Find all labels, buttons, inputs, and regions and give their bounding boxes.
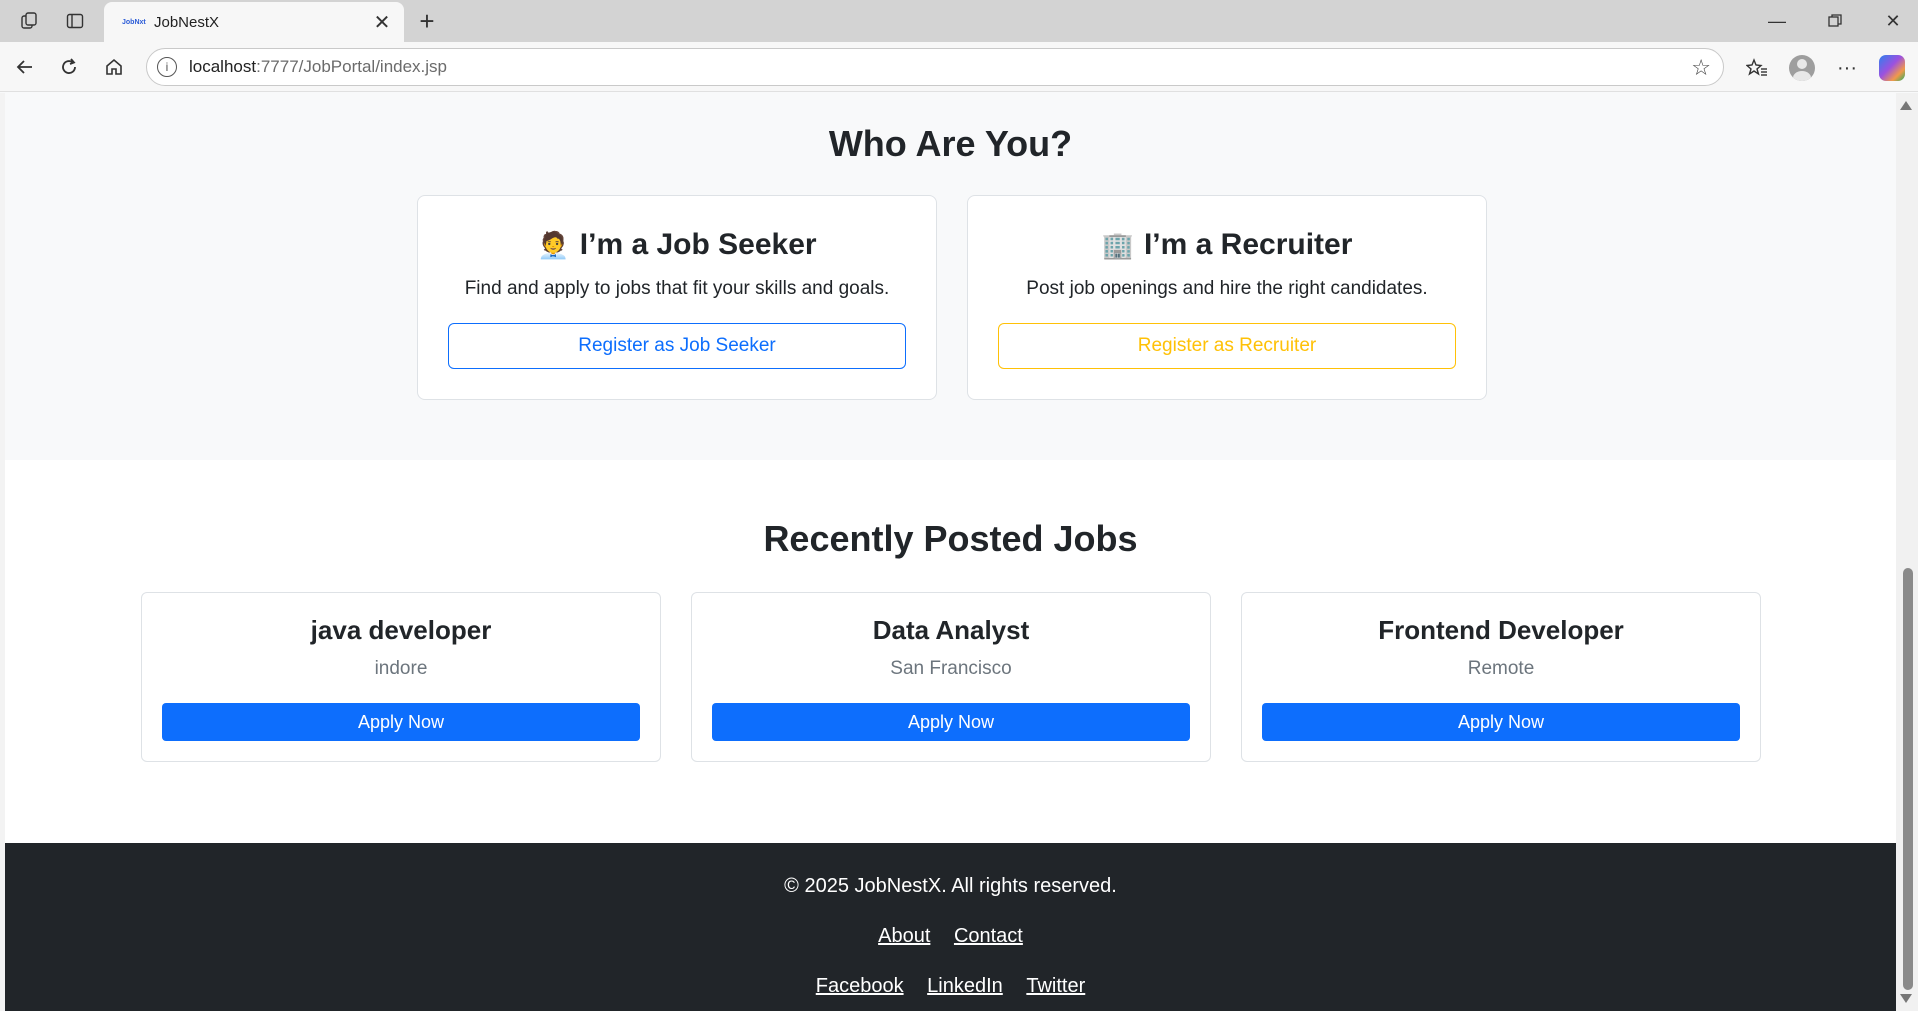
register-job-seeker-button[interactable]: Register as Job Seeker — [448, 323, 906, 369]
address-bar[interactable]: i localhost:7777/JobPortal/index.jsp ☆ — [146, 48, 1724, 86]
more-menu-icon[interactable]: ··· — [1831, 52, 1863, 84]
scroll-down-arrow-icon[interactable] — [1900, 994, 1912, 1003]
browser-tab-bar: JobNxt JobNestX ✕ + — ✕ — [0, 0, 1918, 42]
recruiter-title-text: I’m a Recruiter — [1143, 228, 1353, 261]
refresh-icon[interactable] — [54, 52, 84, 82]
profile-avatar[interactable] — [1786, 52, 1818, 84]
back-icon[interactable] — [10, 52, 40, 82]
job-card: Data Analyst San Francisco Apply Now — [691, 592, 1211, 762]
close-window-icon[interactable]: ✕ — [1868, 6, 1918, 36]
url-path: :7777/JobPortal/index.jsp — [256, 57, 448, 76]
workspaces-icon[interactable] — [16, 8, 42, 34]
recent-jobs-heading: Recently Posted Jobs — [763, 518, 1138, 559]
home-icon[interactable] — [99, 52, 129, 82]
job-seeker-title-text: I’m a Job Seeker — [579, 228, 817, 261]
job-seeker-description: Find and apply to jobs that fit your ski… — [464, 278, 890, 299]
page-footer: © 2025 JobNestX. All rights reserved. Ab… — [5, 843, 1896, 1011]
site-favicon-icon: JobNxt — [122, 18, 146, 26]
who-heading: Who Are You? — [828, 123, 1073, 164]
job-seeker-card: 🧑‍💼 I’m a Job Seeker Find and apply to jo… — [417, 195, 937, 400]
job-seeker-emoji-icon: 🧑‍💼 — [537, 231, 570, 261]
copyright-text: © 2025 JobNestX. All rights reserved. — [784, 875, 1117, 897]
job-card: java developer indore Apply Now — [141, 592, 661, 762]
vertical-scrollbar[interactable] — [1896, 93, 1918, 1011]
job-location: Remote — [1467, 658, 1535, 679]
job-seeker-title: 🧑‍💼 I’m a Job Seeker — [418, 228, 936, 262]
vertical-tabs-icon[interactable] — [62, 8, 88, 34]
social-link-facebook[interactable]: Facebook — [816, 975, 904, 997]
social-links: Facebook LinkedIn Twitter — [5, 975, 1896, 998]
job-card: Frontend Developer Remote Apply Now — [1241, 592, 1761, 762]
copilot-icon[interactable] — [1876, 52, 1908, 84]
minimize-icon[interactable]: — — [1752, 6, 1802, 36]
avatar — [1789, 55, 1815, 81]
social-link-linkedin[interactable]: LinkedIn — [927, 975, 1003, 997]
tab-title: JobNestX — [154, 13, 220, 31]
recruiter-title: 🏢 I’m a Recruiter — [968, 228, 1486, 262]
who-are-you-section: Who Are You? 🧑‍💼 I’m a Job Seeker Find an… — [5, 93, 1896, 460]
job-title: Data Analyst — [872, 615, 1030, 645]
scrollbar-thumb[interactable] — [1903, 568, 1913, 990]
job-location: indore — [374, 658, 428, 679]
tab-close-icon[interactable]: ✕ — [370, 10, 394, 35]
job-title: Frontend Developer — [1378, 615, 1624, 645]
browser-toolbar: i localhost:7777/JobPortal/index.jsp ☆ ·… — [0, 42, 1918, 92]
apply-now-button[interactable]: Apply Now — [712, 703, 1190, 741]
favorites-icon[interactable] — [1741, 52, 1773, 84]
register-recruiter-button[interactable]: Register as Recruiter — [998, 323, 1456, 369]
apply-now-button[interactable]: Apply Now — [162, 703, 640, 741]
copilot-logo — [1879, 55, 1905, 81]
url-host: localhost — [189, 57, 257, 76]
restore-icon[interactable] — [1810, 6, 1860, 36]
footer-link-contact[interactable]: Contact — [954, 925, 1023, 947]
recruiter-emoji-icon: 🏢 — [1101, 231, 1134, 261]
favorite-star-icon[interactable]: ☆ — [1691, 55, 1711, 81]
scroll-up-arrow-icon[interactable] — [1900, 101, 1912, 110]
new-tab-button[interactable]: + — [412, 6, 442, 37]
footer-link-about[interactable]: About — [878, 925, 930, 947]
recruiter-description: Post job openings and hire the right can… — [1026, 278, 1428, 299]
page-viewport: Who Are You? 🧑‍💼 I’m a Job Seeker Find an… — [0, 93, 1918, 1011]
site-info-icon[interactable]: i — [157, 57, 177, 77]
footer-links: About Contact — [5, 925, 1896, 948]
recruiter-card: 🏢 I’m a Recruiter Post job openings and h… — [967, 195, 1487, 400]
job-location: San Francisco — [890, 658, 1012, 679]
social-link-twitter[interactable]: Twitter — [1026, 975, 1085, 997]
recent-jobs-section: Recently Posted Jobs java developer indo… — [5, 460, 1896, 843]
job-title: java developer — [310, 615, 492, 645]
apply-now-button[interactable]: Apply Now — [1262, 703, 1740, 741]
browser-tab-active[interactable]: JobNxt JobNestX ✕ — [104, 2, 404, 42]
